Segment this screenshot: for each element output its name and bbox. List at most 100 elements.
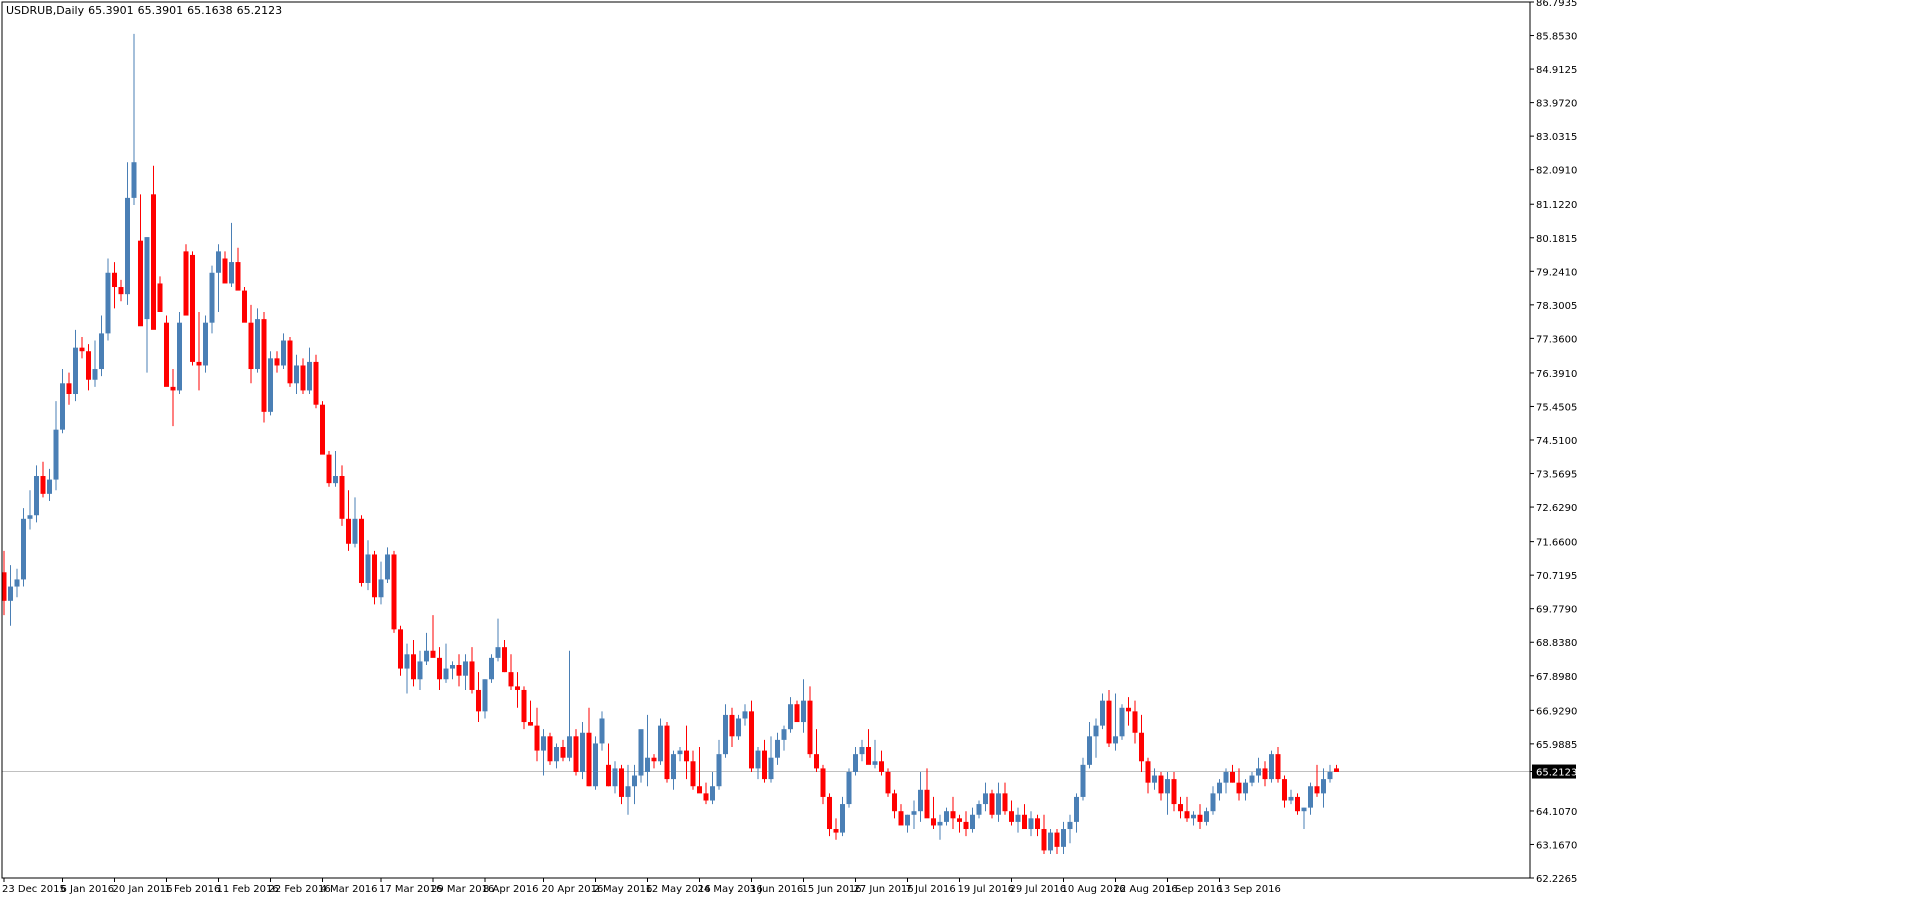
- candle-body: [450, 664, 455, 669]
- candle-body: [1262, 768, 1268, 780]
- candle-body: [1275, 754, 1281, 780]
- candle-body: [313, 361, 319, 405]
- candle-body: [112, 272, 117, 288]
- candle-body: [638, 729, 644, 776]
- candle-body: [963, 821, 969, 830]
- candle-body: [541, 736, 546, 751]
- candle-body: [255, 319, 260, 370]
- candle-body: [53, 429, 59, 480]
- candle-body: [580, 732, 585, 772]
- candle-body: [885, 771, 891, 794]
- candle-body: [1321, 779, 1326, 794]
- candles-layer: [1, 33, 1339, 854]
- candle-body: [918, 789, 923, 812]
- candle-body: [1093, 725, 1099, 737]
- candle-body: [573, 736, 579, 772]
- candle-body: [612, 768, 618, 787]
- candle-body: [268, 358, 273, 412]
- candle-body: [983, 793, 988, 805]
- candle-body: [1139, 732, 1144, 762]
- x-tick-label: 2 May 2016: [594, 884, 653, 895]
- candle-body: [1022, 814, 1027, 830]
- y-tick-label: 67.8980: [1536, 672, 1577, 683]
- candle-body: [34, 476, 39, 516]
- candle-body: [1061, 829, 1066, 847]
- candle-body: [307, 361, 312, 391]
- candle-body: [1041, 829, 1047, 851]
- candle-body: [1132, 711, 1138, 733]
- candle-body: [320, 404, 325, 455]
- candle-body: [794, 704, 800, 723]
- candle-body: [1158, 775, 1164, 794]
- candle-body: [567, 736, 572, 758]
- candle-body: [300, 365, 306, 391]
- candle-body: [495, 647, 501, 658]
- candle-body: [92, 369, 98, 380]
- candle-body: [931, 818, 936, 826]
- candle-body: [1074, 796, 1079, 822]
- candle-body: [164, 322, 169, 387]
- y-tick-label: 63.1670: [1536, 840, 1577, 851]
- y-tick-label: 83.9720: [1536, 99, 1577, 110]
- candle-body: [1119, 707, 1125, 737]
- candle-body: [235, 262, 241, 291]
- candle-body: [632, 775, 637, 787]
- candle-body: [1178, 804, 1183, 812]
- candle-body: [1126, 707, 1131, 712]
- candle-body: [508, 672, 514, 687]
- candle-body: [333, 476, 338, 484]
- x-tick-label: 29 Jul 2016: [1010, 884, 1067, 895]
- candle-body: [859, 747, 865, 755]
- candle-body: [937, 821, 943, 826]
- candle-body: [866, 747, 871, 765]
- candle-body: [177, 322, 182, 391]
- candle-body: [645, 757, 650, 772]
- candle-body: [79, 347, 85, 352]
- x-tick-label: 1 Feb 2016: [165, 884, 221, 895]
- candle-body: [339, 476, 345, 519]
- candle-body: [346, 518, 351, 544]
- candle-body: [892, 793, 897, 812]
- candle-body: [684, 750, 689, 762]
- candle-body: [1314, 786, 1320, 794]
- candle-body: [872, 761, 878, 765]
- candle-body: [1152, 775, 1157, 783]
- candle-body: [651, 757, 657, 762]
- candle-body: [469, 661, 475, 690]
- y-tick-label: 62.2265: [1536, 874, 1577, 885]
- candle-body: [703, 793, 709, 801]
- current-price-label: 65.2123: [1536, 768, 1577, 779]
- candle-body: [144, 237, 150, 320]
- candle-body: [599, 718, 605, 744]
- candle-body: [970, 814, 975, 830]
- candle-body: [430, 650, 436, 658]
- candle-body: [1249, 775, 1255, 783]
- candle-body: [1002, 793, 1008, 812]
- candle-body: [729, 714, 735, 737]
- candle-body: [424, 650, 429, 662]
- candle-body: [1035, 818, 1040, 830]
- candle-body: [1256, 768, 1261, 776]
- x-tick-label: 19 Jul 2016: [958, 884, 1015, 895]
- candle-body: [1243, 782, 1248, 794]
- candle-body: [515, 686, 520, 690]
- candle-body: [248, 322, 254, 370]
- y-tick-label: 79.2410: [1536, 267, 1577, 278]
- candle-body: [190, 254, 195, 362]
- candle-body: [1217, 782, 1222, 794]
- candle-body: [1113, 736, 1118, 744]
- candle-body: [151, 194, 156, 330]
- y-tick-label: 77.3600: [1536, 334, 1577, 345]
- y-tick-label: 80.1815: [1536, 234, 1577, 245]
- ohlc-low: 65.1638: [187, 4, 233, 17]
- x-tick-label: 8 Apr 2016: [483, 884, 538, 895]
- candle-body: [1191, 814, 1196, 819]
- candle-body: [209, 272, 215, 323]
- candle-body: [781, 729, 787, 740]
- candle-body: [664, 725, 670, 780]
- ohlc-close: 65.2123: [236, 4, 283, 17]
- candlestick-chart[interactable]: 86.7935 85.8530 84.9125 83.9720 83.0315 82.09…: [0, 0, 1916, 897]
- candle-body: [677, 750, 683, 755]
- candle-body: [619, 768, 624, 797]
- candle-body: [846, 771, 852, 805]
